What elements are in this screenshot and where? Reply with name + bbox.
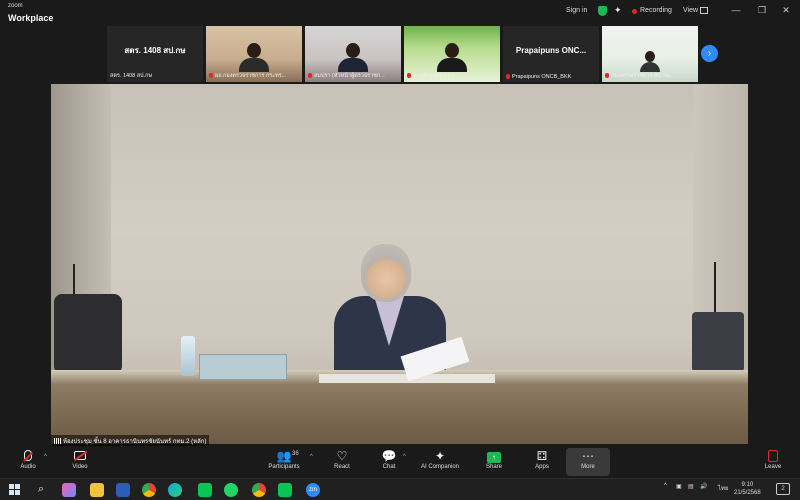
leave-door-icon [768,450,778,462]
chat-icon: 💬 [381,449,397,463]
chrome-profile-icon[interactable] [252,483,266,497]
more-button[interactable]: ⋯ More [566,448,610,476]
meeting-toolbar: Audio ^ Video 👥 Participants 36 ^ ♡ Reac… [0,446,800,478]
chat-options-chevron-icon[interactable]: ^ [403,454,406,460]
ai-sparkle-icon[interactable]: ✦ [614,5,622,16]
participant-video [338,43,368,72]
participant-strip: สตร. 1408 สป.กษ สตร. 1408 สป.กษ ผอ.กองตร… [107,26,698,82]
notification-icon[interactable]: 2 [776,483,790,495]
participant-display-name: Prapaipuns ONC... [515,45,587,55]
mic-muted-icon [209,73,213,79]
next-page-icon[interactable]: › [701,45,718,62]
chrome-icon[interactable] [142,483,156,497]
title-bar: zoom Workplace Sign in ✦ Recording View … [0,0,800,24]
mic-muted-icon [605,73,609,79]
tray-app-icon[interactable]: ▣ [676,483,682,490]
mic-muted-icon [506,74,510,80]
react-button[interactable]: ♡ React [330,448,354,470]
participant-caption: สมปรา (หัวหน้าผู้ตรวจราชก... [314,73,385,79]
participant-caption: ผอ.กองตรวจราชการ กระทร... [215,73,287,79]
volume-icon[interactable]: 🔊 [700,483,707,490]
participants-count: 36 [292,451,299,457]
grid-view-icon[interactable] [700,7,708,14]
mic-muted-icon [308,73,312,79]
restore-icon[interactable]: ❐ [756,5,768,16]
whatsapp-icon[interactable] [224,483,238,497]
windows-start-icon[interactable] [8,483,22,497]
participant-tile[interactable]: สตร. 1408 สป.กษ สตร. 1408 สป.กษ [107,26,203,82]
participant-video [640,51,660,72]
tray-chevron-icon[interactable]: ^ [664,483,667,489]
word-icon[interactable] [116,483,130,497]
nameplate [199,354,287,380]
leave-button[interactable]: Leave [760,448,786,470]
sign-in-link[interactable]: Sign in [566,7,587,14]
participant-tile[interactable]: ผอ.กองตรวจราชการ กระทร... [206,26,302,82]
mic-off-icon [24,450,32,461]
zoom-logo: zoom Workplace [8,3,53,25]
taskbar-clock[interactable]: 9:10 21/5/2568 [734,481,761,497]
video-button[interactable]: Video [66,448,94,470]
more-dots-icon: ⋯ [582,449,594,463]
heart-icon: ♡ [336,449,348,463]
close-icon[interactable]: ✕ [780,5,792,16]
recording-label[interactable]: Recording [640,7,672,14]
view-button[interactable]: View [683,7,698,14]
zoom-app-icon[interactable]: zm [306,483,320,497]
ai-companion-button[interactable]: ✦ AI Companion [416,448,464,470]
brand-small: zoom [8,3,23,9]
clock-date: 21/5/2568 [734,490,761,496]
active-speaker-video[interactable] [51,84,748,444]
share-button[interactable]: ↑ Share [482,448,506,470]
apps-button[interactable]: ⚃ Apps [530,448,554,470]
participant-tile[interactable]: กองตรวจราชการ สป.กษ. [602,26,698,82]
copilot-icon[interactable] [62,483,76,497]
edge-icon[interactable] [168,483,182,497]
water-bottle [181,336,195,376]
brand-big: Workplace [8,13,54,23]
line-icon[interactable] [198,483,212,497]
recording-dot-icon [632,9,637,14]
camera-off-icon [74,451,86,460]
line-active-icon[interactable] [278,483,292,497]
participant-caption: Prapaipuns ONCB_BKK [512,74,572,80]
share-screen-icon: ↑ [487,452,501,463]
participant-caption: สตร. 1408 สป.กษ [110,73,153,79]
participants-options-chevron-icon[interactable]: ^ [310,454,313,460]
participant-display-name: สตร. 1408 สป.กษ [124,45,186,55]
ai-sparkle-icon: ✦ [434,449,446,463]
participant-caption: สาวลักษณ์ ผล.กษ [413,73,455,79]
file-explorer-icon[interactable] [90,483,104,497]
participant-caption: กองตรวจราชการ สป.กษ. [611,73,671,79]
clock-time: 9:10 [741,482,754,488]
signal-bars-icon [54,438,61,445]
participant-video [239,43,269,72]
participant-tile[interactable]: สาวลักษณ์ ผล.กษ [404,26,500,82]
windows-taskbar: ⌕ zm ^ ▣ ▤ 🔊 ไทย 9:10 21/5/2568 2 [0,478,800,500]
security-shield-icon[interactable] [598,6,607,16]
chat-button[interactable]: 💬 Chat [378,448,400,470]
participant-tile[interactable]: สมปรา (หัวหน้าผู้ตรวจราชก... [305,26,401,82]
participant-video [437,43,467,72]
mic-muted-icon [407,73,411,79]
audio-button[interactable]: Audio [14,448,42,470]
network-icon[interactable]: ▤ [688,483,694,490]
search-icon[interactable]: ⌕ [34,483,48,497]
audio-options-chevron-icon[interactable]: ^ [44,454,47,460]
participant-tile[interactable]: Prapaipuns ONC... Prapaipuns ONCB_BKK [503,26,599,82]
minimize-icon[interactable]: — [730,5,742,15]
apps-icon: ⚃ [536,449,548,463]
input-language[interactable]: ไทย [718,483,729,493]
